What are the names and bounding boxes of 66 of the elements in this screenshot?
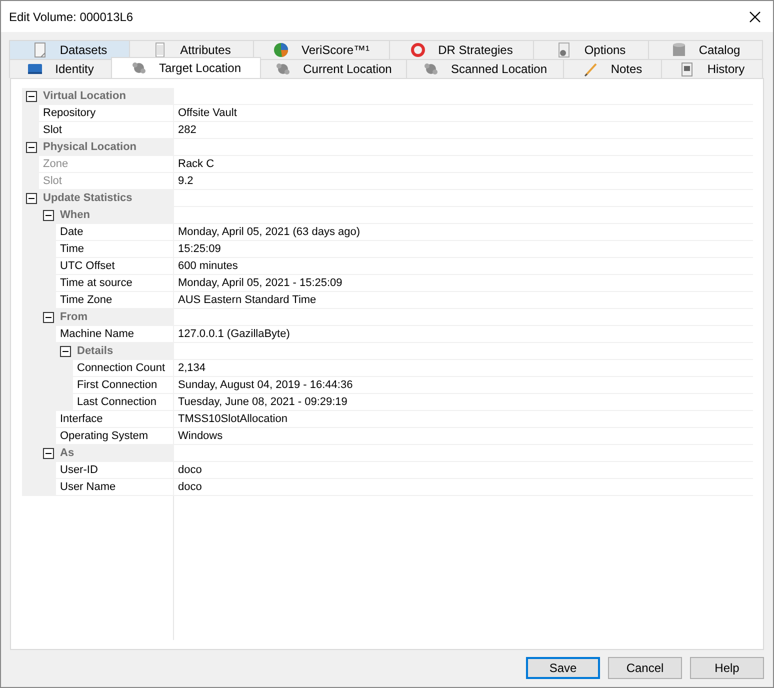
property-name[interactable]: Time xyxy=(56,241,173,257)
category-label[interactable]: Virtual Location xyxy=(43,90,126,102)
collapse-icon[interactable] xyxy=(43,312,54,322)
property-name[interactable]: Operating System xyxy=(56,428,173,444)
lifebuoy-icon xyxy=(410,42,426,58)
property-value: doco xyxy=(173,462,753,478)
property-value: 282 xyxy=(173,122,753,138)
property-value: 127.0.0.1 (GazillaByte) xyxy=(173,326,753,342)
category-label[interactable]: As xyxy=(60,447,74,459)
pie-chart-icon xyxy=(273,42,290,58)
tab[interactable]: History xyxy=(661,59,763,78)
property-name[interactable]: User-ID xyxy=(56,462,173,478)
property-name[interactable]: User Name xyxy=(56,479,173,495)
tab[interactable]: VeriScore™¹ xyxy=(253,40,390,59)
property-name[interactable]: Connection Count xyxy=(73,360,173,376)
property-value: Windows xyxy=(173,428,753,444)
tab[interactable]: Target Location xyxy=(111,57,261,78)
collapse-icon[interactable] xyxy=(26,192,37,204)
property-name[interactable]: Last Connection xyxy=(73,394,173,410)
property-value: Sunday, August 04, 2019 - 16:44:36 xyxy=(173,377,753,393)
tab[interactable]: Datasets xyxy=(9,40,130,59)
collapse-icon[interactable] xyxy=(26,142,37,152)
property-name[interactable]: Time Zone xyxy=(56,292,173,308)
tab[interactable]: Options xyxy=(533,40,649,59)
property-value: 9.2 xyxy=(173,173,753,189)
property-name[interactable]: Slot xyxy=(39,122,173,138)
tab[interactable]: Notes xyxy=(563,59,662,78)
property-name[interactable]: Repository xyxy=(39,105,173,121)
property-value: Offsite Vault xyxy=(173,105,753,121)
property-value: AUS Eastern Standard Time xyxy=(173,292,753,308)
tab[interactable]: Catalog xyxy=(648,40,763,59)
property-name[interactable]: Machine Name xyxy=(56,326,173,342)
category-label[interactable]: Details xyxy=(77,345,114,357)
collapse-icon[interactable] xyxy=(43,210,54,220)
dialog-button[interactable]: Cancel xyxy=(608,657,682,679)
property-name[interactable]: UTC Offset xyxy=(56,258,173,274)
collapse-icon[interactable] xyxy=(43,448,54,458)
document-icon xyxy=(32,42,48,58)
dialog-button[interactable]: Help xyxy=(690,657,764,679)
pencil-icon xyxy=(582,61,599,77)
window-title: Edit Volume: 000013L6 xyxy=(9,10,134,24)
property-name[interactable]: Interface xyxy=(56,411,173,427)
category-label[interactable]: Physical Location xyxy=(43,141,137,153)
property-name[interactable]: First Connection xyxy=(73,377,173,393)
tab[interactable]: DR Strategies xyxy=(389,40,534,59)
card-icon xyxy=(27,61,44,77)
property-value: 600 minutes xyxy=(173,258,753,274)
property-name[interactable]: Date xyxy=(56,224,173,240)
property-value: 15:25:09 xyxy=(173,241,753,257)
property-name[interactable]: Time at source xyxy=(56,275,173,291)
collapse-icon[interactable] xyxy=(60,346,71,356)
property-value: Tuesday, June 08, 2021 - 09:29:19 xyxy=(173,394,753,410)
dialog-button[interactable]: Save xyxy=(526,657,600,679)
property-value: doco xyxy=(173,479,753,495)
category-label[interactable]: From xyxy=(60,311,88,323)
collapse-icon[interactable] xyxy=(26,90,37,102)
close-icon[interactable] xyxy=(749,10,761,22)
category-label[interactable]: When xyxy=(60,209,90,221)
property-value: TMSS10SlotAllocation xyxy=(173,411,753,427)
property-value: 2,134 xyxy=(173,360,753,376)
property-value: Monday, April 05, 2021 (63 days ago) xyxy=(173,224,753,240)
property-value: Rack C xyxy=(173,156,753,172)
property-value: Monday, April 05, 2021 - 15:25:09 xyxy=(173,275,753,291)
database-icon xyxy=(670,42,687,58)
category-label[interactable]: Update Statistics xyxy=(43,192,132,204)
tab[interactable]: Identity xyxy=(9,59,112,78)
